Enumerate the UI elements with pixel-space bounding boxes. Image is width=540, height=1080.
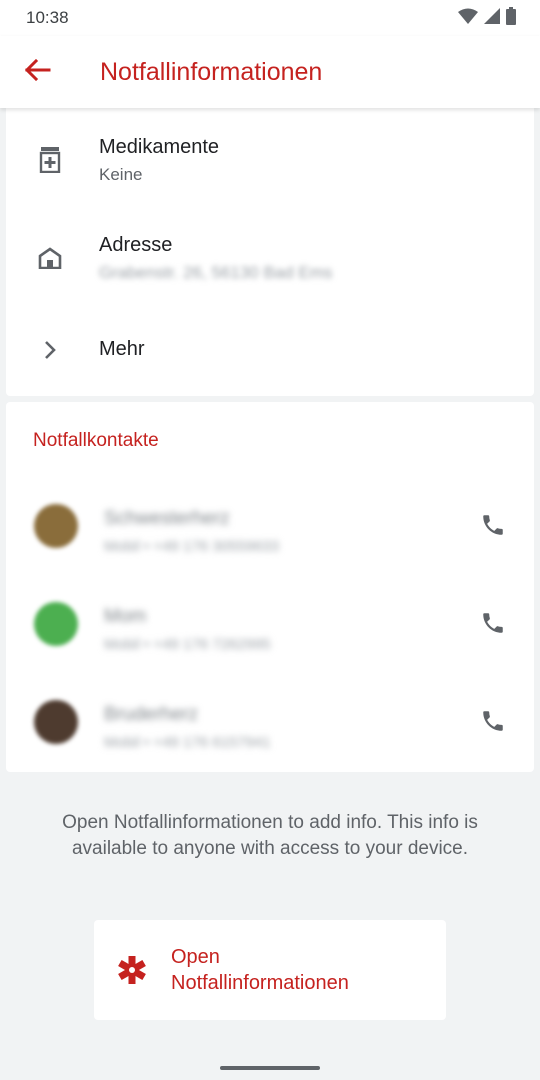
arrow-back-icon [24, 58, 51, 86]
contact-item[interactable]: Schwesterherz Mobil • +49 176 30559633 [6, 480, 534, 576]
footer-info-text: Open Notfallinformationen to add info. T… [62, 812, 478, 859]
back-button[interactable] [0, 36, 76, 108]
more-row[interactable]: Mehr [6, 306, 534, 396]
open-button-label: Open Notfallinformationen [171, 944, 431, 996]
more-title: Mehr [99, 338, 145, 360]
avatar [34, 504, 78, 548]
call-button[interactable] [478, 512, 508, 542]
medication-title: Medikamente [99, 136, 220, 158]
call-button[interactable] [478, 708, 508, 738]
medication-row[interactable]: Medikamente Keine [6, 108, 534, 206]
signal-icon [484, 7, 500, 29]
gesture-nav-handle[interactable] [220, 1066, 320, 1070]
call-button[interactable] [478, 610, 508, 640]
phone-icon [480, 512, 506, 543]
phone-icon [480, 610, 506, 641]
open-notfallinformationen-button[interactable]: Open Notfallinformationen [94, 920, 446, 1020]
medication-icon [36, 146, 64, 174]
medication-value: Keine [99, 165, 143, 184]
address-title: Adresse [99, 234, 173, 256]
contact-item[interactable]: Bruderherz Mobil • +49 176 6157941 [6, 676, 534, 772]
status-bar: 10:38 [0, 0, 540, 36]
phone-icon [480, 708, 506, 739]
status-icons [458, 6, 516, 30]
home-icon [36, 244, 64, 272]
contact-number: Mobil • +49 176 7262995 [104, 636, 271, 653]
chevron-right-icon [36, 336, 64, 364]
address-value: Grabenstr. 26, 56130 Bad Ems [99, 263, 333, 282]
page-title: Notfallinformationen [100, 57, 323, 86]
battery-icon [506, 6, 516, 30]
contacts-card: Notfallkontakte Schwesterherz Mobil • +4… [6, 402, 534, 772]
wifi-icon [458, 8, 478, 29]
contact-number: Mobil • +49 176 6157941 [104, 734, 271, 751]
info-card: Medikamente Keine Adresse Grabenstr. 26,… [6, 108, 534, 396]
avatar [34, 602, 78, 646]
open-button-line2: Notfallinformationen [171, 972, 349, 994]
contact-name: Bruderherz [104, 704, 198, 725]
app-bar: Notfallinformationen [0, 36, 540, 108]
contact-name: Mom [104, 606, 147, 627]
contact-name: Schwesterherz [104, 508, 230, 529]
contact-item[interactable]: Mom Mobil • +49 176 7262995 [6, 578, 534, 674]
address-row[interactable]: Adresse Grabenstr. 26, 56130 Bad Ems [6, 206, 534, 306]
status-time: 10:38 [26, 8, 69, 27]
medical-star-icon [116, 954, 148, 986]
contacts-header: Notfallkontakte [33, 430, 159, 451]
contact-number: Mobil • +49 176 30559633 [104, 538, 279, 555]
avatar [34, 700, 78, 744]
open-button-line1: Open [171, 946, 220, 968]
